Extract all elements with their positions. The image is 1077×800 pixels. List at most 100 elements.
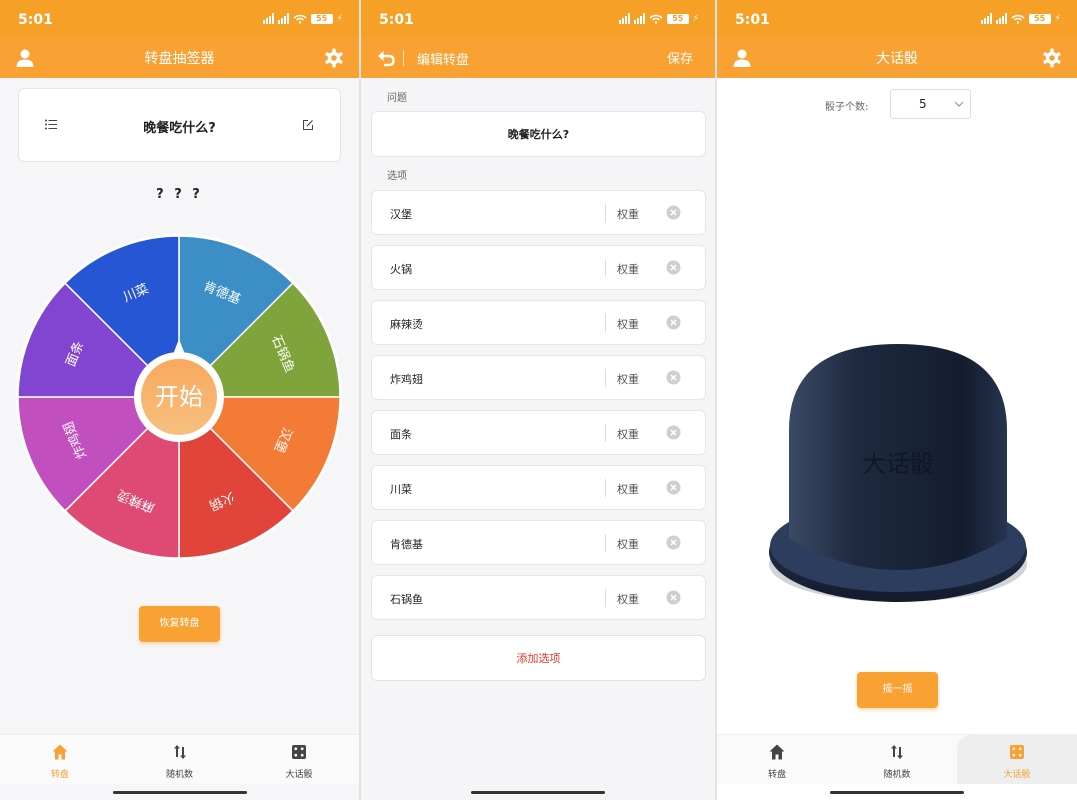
edit-wheel-screen: 5:01 55 ⚡ 编辑转盘 保存 问题 晚餐吃什么? 选项 汉堡 权重 火锅 权重麻… <box>361 0 715 800</box>
page-title: 大话骰 <box>876 51 918 67</box>
delete-option-icon[interactable] <box>666 260 681 275</box>
option-row[interactable]: 石锅鱼 权重 <box>371 575 706 620</box>
app-bar-separator <box>403 50 404 66</box>
option-name[interactable]: 川菜 <box>390 481 412 497</box>
delete-option-icon[interactable] <box>666 205 681 220</box>
save-button[interactable]: 保存 <box>667 48 693 67</box>
tab-bar: 转盘 随机数 大话骰 <box>0 734 359 784</box>
tab-dice[interactable]: 大话骰 <box>957 735 1077 784</box>
option-weight-input[interactable]: 权重 <box>617 371 639 387</box>
option-row[interactable]: 火锅 权重 <box>371 245 706 290</box>
dice-count-value: 5 <box>919 97 927 111</box>
option-separator <box>605 479 606 497</box>
dice-count-label: 骰子个数: <box>825 102 869 113</box>
status-bar: 5:01 55 ⚡ <box>361 0 715 38</box>
chevron-down-icon <box>954 101 964 107</box>
delete-option-icon[interactable] <box>666 315 681 330</box>
gear-icon[interactable] <box>1041 47 1063 69</box>
dice-count-select[interactable]: 5 <box>890 89 971 119</box>
option-weight-input[interactable]: 权重 <box>617 426 639 442</box>
draw-result: ? ? ? <box>156 187 203 202</box>
spin-wheel[interactable]: 肯德基石锅鱼汉堡火锅麻辣烫炸鸡翅面条川菜开始 <box>14 232 344 562</box>
delete-option-icon[interactable] <box>666 535 681 550</box>
app-bar: 大话骰 <box>717 38 1077 78</box>
status-bar: 5:01 55 ⚡ <box>717 0 1077 38</box>
signal-icon <box>277 13 289 24</box>
option-weight-input[interactable]: 权重 <box>617 591 639 607</box>
option-separator <box>605 204 606 222</box>
option-row[interactable]: 肯德基 权重 <box>371 520 706 565</box>
home-indicator <box>112 791 247 794</box>
option-weight-input[interactable]: 权重 <box>617 536 639 552</box>
tab-random[interactable]: 随机数 <box>120 735 240 784</box>
wheel-screen: 5:01 55 ⚡ 转盘抽签器 晚餐吃什么? ? ? ? 肯德基 石锅鱼 汉堡 火锅麻… <box>0 0 359 800</box>
app-bar: 编辑转盘 保存 <box>361 38 715 78</box>
reset-wheel-button[interactable]: 恢复转盘 <box>139 606 220 642</box>
option-weight-input[interactable]: 权重 <box>617 261 639 277</box>
home-icon <box>769 744 785 760</box>
question-label: 问题 <box>387 93 407 104</box>
status-icons: 55 ⚡ <box>262 13 343 24</box>
option-row[interactable]: 炸鸡翅 权重 <box>371 355 706 400</box>
option-separator <box>605 314 606 332</box>
tab-wheel[interactable]: 转盘 <box>0 735 120 784</box>
option-row[interactable]: 面条 权重 <box>371 410 706 455</box>
tab-random[interactable]: 随机数 <box>837 735 957 784</box>
delete-option-icon[interactable] <box>666 370 681 385</box>
shuffle-icon <box>173 745 186 759</box>
dice-cup[interactable]: 大话骰 <box>765 338 1031 618</box>
option-name[interactable]: 炸鸡翅 <box>390 371 423 387</box>
option-row[interactable]: 汉堡 权重 <box>371 190 706 235</box>
option-name[interactable]: 面条 <box>390 426 412 442</box>
add-option-button[interactable]: 添加选项 <box>371 635 706 681</box>
status-time: 5:01 <box>379 12 414 28</box>
option-separator <box>605 589 606 607</box>
shuffle-icon <box>891 745 903 759</box>
shake-button[interactable]: 摇一摇 <box>857 672 938 708</box>
option-separator <box>605 259 606 277</box>
options-label: 选项 <box>387 171 407 182</box>
option-row[interactable]: 麻辣烫 权重 <box>371 300 706 345</box>
option-name[interactable]: 火锅 <box>390 261 412 277</box>
option-weight-input[interactable]: 权重 <box>617 206 639 222</box>
dice-screen: 5:01 55 ⚡ 大话骰 骰子个数: 5 大话骰 摇一摇 转盘 随机数 大话骰 <box>717 0 1077 800</box>
option-row[interactable]: 川菜 权重 <box>371 465 706 510</box>
screens: 5:01 55 ⚡ 转盘抽签器 晚餐吃什么? ? ? ? 肯德基 石锅鱼 汉堡 火锅麻… <box>0 0 1077 800</box>
back-icon[interactable] <box>375 47 397 69</box>
signal-icon <box>995 13 1007 24</box>
battery-icon: 55 <box>1028 13 1051 24</box>
status-icons: 55 ⚡ <box>980 13 1061 24</box>
tab-dice[interactable]: 大话骰 <box>239 735 359 784</box>
dice-icon <box>292 745 307 759</box>
option-weight-input[interactable]: 权重 <box>617 316 639 332</box>
option-separator <box>605 369 606 387</box>
page-title: 转盘抽签器 <box>144 51 215 67</box>
wifi-icon <box>1011 14 1025 24</box>
option-name[interactable]: 汉堡 <box>390 206 412 222</box>
edit-icon[interactable] <box>302 119 314 131</box>
tab-wheel[interactable]: 转盘 <box>717 735 837 784</box>
charging-icon: ⚡ <box>336 13 343 24</box>
cup-label: 大话骰 <box>862 450 934 478</box>
battery-icon: 55 <box>310 13 333 24</box>
delete-option-icon[interactable] <box>666 425 681 440</box>
delete-option-icon[interactable] <box>666 480 681 495</box>
start-button-label: 开始 <box>155 383 203 411</box>
question-card: 晚餐吃什么? <box>18 88 341 162</box>
signal-icon <box>980 13 992 24</box>
status-icons: 55 ⚡ <box>618 13 699 24</box>
gear-icon[interactable] <box>323 47 345 69</box>
tab-label: 大话骰 <box>1003 770 1031 780</box>
option-name[interactable]: 石锅鱼 <box>390 591 423 607</box>
question-input[interactable]: 晚餐吃什么? <box>371 111 706 157</box>
option-weight-input[interactable]: 权重 <box>617 481 639 497</box>
app-bar: 转盘抽签器 <box>0 38 359 78</box>
option-name[interactable]: 肯德基 <box>390 536 423 552</box>
page-title: 编辑转盘 <box>417 53 470 68</box>
tab-label: 转盘 <box>767 770 786 780</box>
option-separator <box>605 424 606 442</box>
tab-label: 随机数 <box>883 770 911 780</box>
delete-option-icon[interactable] <box>666 590 681 605</box>
status-time: 5:01 <box>18 12 53 28</box>
option-name[interactable]: 麻辣烫 <box>390 316 423 332</box>
